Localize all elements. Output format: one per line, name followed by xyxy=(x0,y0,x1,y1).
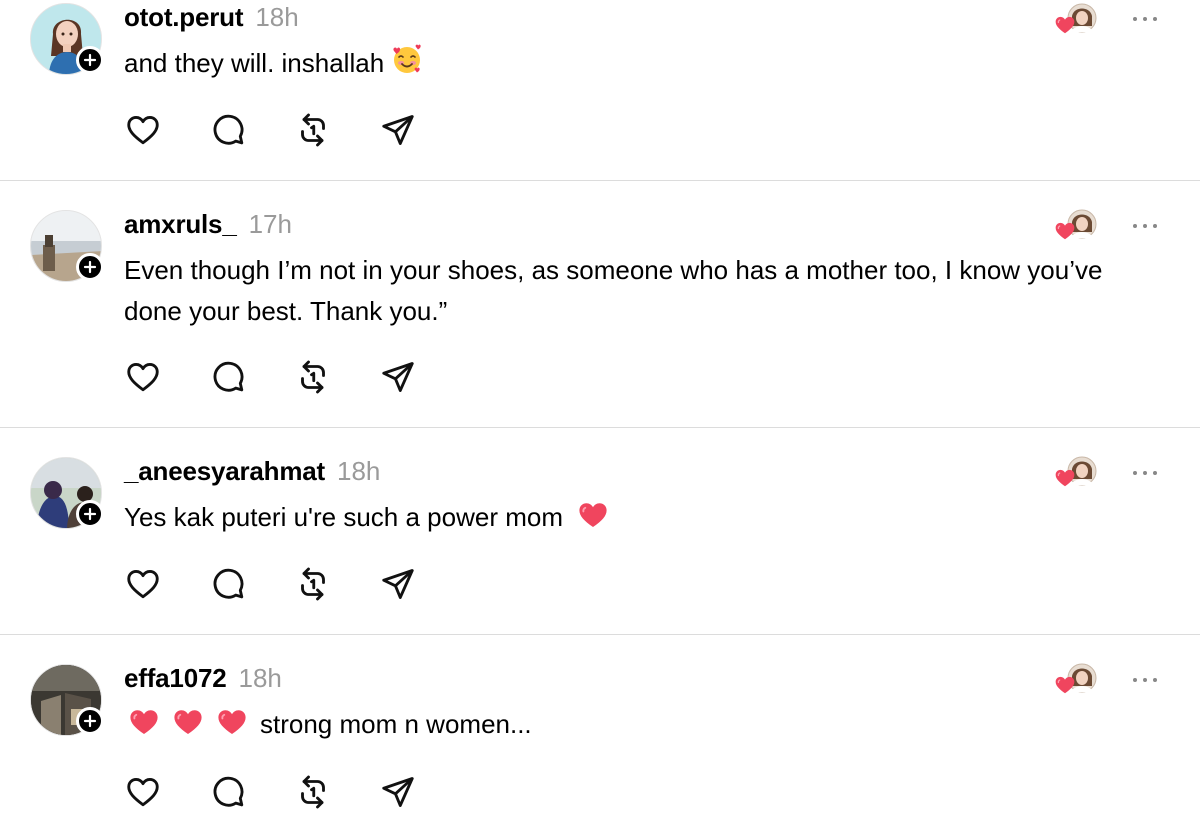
reply-text: and they will. inshallah xyxy=(124,43,1124,89)
divider xyxy=(0,634,1200,635)
plus-icon xyxy=(83,507,97,521)
reply-text: Yes kak puteri u're such a power mom xyxy=(124,497,1124,543)
timestamp[interactable]: 18h xyxy=(255,2,298,33)
like-icon xyxy=(125,566,161,602)
liked-heart-icon xyxy=(1054,467,1076,489)
more-options-button[interactable] xyxy=(1130,673,1160,685)
reply-text-content: and they will. inshallah xyxy=(124,48,385,78)
heart-icon xyxy=(216,706,248,738)
comment-button[interactable] xyxy=(209,773,247,811)
follow-button[interactable] xyxy=(76,500,104,528)
plus-icon xyxy=(83,260,97,274)
like-button[interactable] xyxy=(124,565,162,603)
share-button[interactable] xyxy=(379,111,417,149)
like-icon xyxy=(125,359,161,395)
emoji-hearts xyxy=(128,706,248,738)
heart-icon xyxy=(128,706,160,738)
comment-icon xyxy=(210,112,246,148)
divider xyxy=(0,180,1200,181)
repost-icon xyxy=(295,566,331,602)
like-button[interactable] xyxy=(124,358,162,396)
follow-button[interactable] xyxy=(76,707,104,735)
comment-button[interactable] xyxy=(209,565,247,603)
more-icon xyxy=(1133,678,1157,682)
more-icon xyxy=(1133,17,1157,21)
username[interactable]: _aneesyarahmat xyxy=(124,456,325,487)
timestamp[interactable]: 18h xyxy=(337,456,380,487)
repost-button[interactable] xyxy=(294,773,332,811)
liked-by-author-indicator xyxy=(1052,2,1100,38)
repost-icon xyxy=(295,774,331,810)
heart-icon xyxy=(577,499,609,543)
repost-icon xyxy=(295,359,331,395)
share-icon xyxy=(380,359,416,395)
timestamp[interactable]: 17h xyxy=(249,209,292,240)
comment-button[interactable] xyxy=(209,358,247,396)
liked-by-author-indicator xyxy=(1052,208,1100,244)
repost-button[interactable] xyxy=(294,111,332,149)
follow-button[interactable] xyxy=(76,46,104,74)
more-icon xyxy=(1133,471,1157,475)
comment-icon xyxy=(210,566,246,602)
follow-button[interactable] xyxy=(76,253,104,281)
reply-text: strong mom n women... xyxy=(128,704,1128,745)
reply-text: Even though I’m not in your shoes, as so… xyxy=(124,255,1103,326)
share-icon xyxy=(380,112,416,148)
plus-icon xyxy=(83,53,97,67)
repost-button[interactable] xyxy=(294,358,332,396)
liked-heart-icon xyxy=(1054,14,1076,36)
comment-icon xyxy=(210,359,246,395)
more-options-button[interactable] xyxy=(1130,466,1160,478)
share-icon xyxy=(380,566,416,602)
more-options-button[interactable] xyxy=(1130,219,1160,231)
share-button[interactable] xyxy=(379,358,417,396)
reply-text-content: Yes kak puteri u're such a power mom xyxy=(124,502,563,532)
username[interactable]: effa1072 xyxy=(124,663,227,694)
liked-by-author-indicator xyxy=(1052,662,1100,698)
username[interactable]: otot.perut xyxy=(124,2,244,33)
like-button[interactable] xyxy=(124,773,162,811)
like-icon xyxy=(125,774,161,810)
heart-icon xyxy=(172,706,204,738)
comment-button[interactable] xyxy=(209,111,247,149)
share-icon xyxy=(380,774,416,810)
repost-icon xyxy=(295,112,331,148)
more-options-button[interactable] xyxy=(1130,12,1160,24)
comment-icon xyxy=(210,774,246,810)
share-button[interactable] xyxy=(379,565,417,603)
like-icon xyxy=(125,112,161,148)
divider xyxy=(0,427,1200,428)
more-icon xyxy=(1133,224,1157,228)
share-button[interactable] xyxy=(379,773,417,811)
reply-text-content: strong mom n women... xyxy=(260,709,532,739)
username[interactable]: amxruls_ xyxy=(124,209,237,240)
liked-heart-icon xyxy=(1054,220,1076,242)
like-button[interactable] xyxy=(124,111,162,149)
timestamp[interactable]: 18h xyxy=(238,663,281,694)
smiling-face-with-hearts-icon xyxy=(390,43,424,89)
repost-button[interactable] xyxy=(294,565,332,603)
plus-icon xyxy=(83,714,97,728)
liked-heart-icon xyxy=(1054,674,1076,696)
liked-by-author-indicator xyxy=(1052,455,1100,491)
